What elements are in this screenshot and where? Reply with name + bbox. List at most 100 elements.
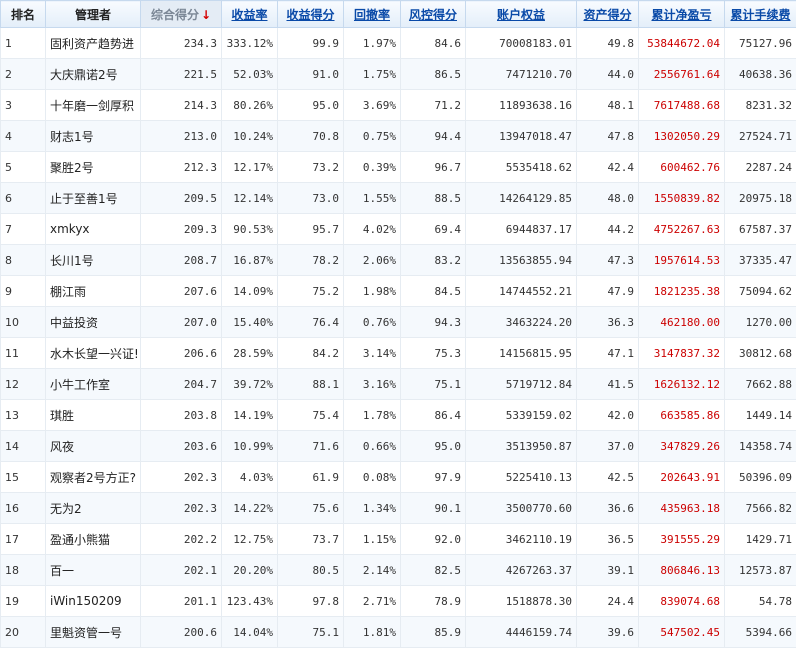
- sort-link-return-score[interactable]: 收益得分: [286, 8, 334, 22]
- cell-manager: 百一: [46, 555, 141, 586]
- cell-drawdown: 1.98%: [344, 276, 401, 307]
- cell-manager: 长川1号: [46, 245, 141, 276]
- cell-cumulative-fee: 37335.47: [725, 245, 796, 276]
- cell-return-rate: 28.59%: [222, 338, 278, 369]
- ranking-table: 排名 管理者 综合得分↓ 收益率 收益得分 回撤率 风控得分 账户权益 资产得分…: [0, 0, 796, 648]
- cell-risk-score: 92.0: [401, 524, 466, 555]
- header-row: 排名 管理者 综合得分↓ 收益率 收益得分 回撤率 风控得分 账户权益 资产得分…: [1, 1, 796, 28]
- cell-risk-score: 75.1: [401, 369, 466, 400]
- sort-link-risk-score[interactable]: 风控得分: [409, 8, 457, 22]
- sort-desc-arrow-icon: ↓: [201, 8, 211, 22]
- sort-link-cumulative-fee[interactable]: 累计手续费: [730, 8, 790, 22]
- cell-composite-score: 209.3: [141, 214, 222, 245]
- cell-rank: 15: [1, 462, 46, 493]
- cell-return-score: 76.4: [278, 307, 344, 338]
- header-composite-score[interactable]: 综合得分↓: [141, 1, 222, 28]
- cell-drawdown: 2.14%: [344, 555, 401, 586]
- cell-asset-score: 49.8: [577, 28, 639, 59]
- cell-rank: 1: [1, 28, 46, 59]
- cell-account-equity: 70008183.01: [466, 28, 577, 59]
- cell-composite-score: 208.7: [141, 245, 222, 276]
- cell-asset-score: 24.4: [577, 586, 639, 617]
- header-composite-score-label[interactable]: 综合得分: [151, 8, 199, 22]
- cell-composite-score: 206.6: [141, 338, 222, 369]
- cell-cumulative-fee: 54.78: [725, 586, 796, 617]
- sort-link-return-rate[interactable]: 收益率: [231, 8, 267, 22]
- cell-asset-score: 41.5: [577, 369, 639, 400]
- table-row: 16无为2202.314.22%75.61.34%90.13500770.603…: [1, 493, 796, 524]
- sort-link-asset-score[interactable]: 资产得分: [583, 8, 631, 22]
- cell-account-equity: 5535418.62: [466, 152, 577, 183]
- cell-return-rate: 14.04%: [222, 617, 278, 648]
- header-asset-score[interactable]: 资产得分: [577, 1, 639, 28]
- cell-composite-score: 207.6: [141, 276, 222, 307]
- cell-composite-score: 234.3: [141, 28, 222, 59]
- cell-cumulative-pnl: 202643.91: [639, 462, 725, 493]
- cell-cumulative-pnl: 435963.18: [639, 493, 725, 524]
- cell-rank: 12: [1, 369, 46, 400]
- cell-account-equity: 14156815.95: [466, 338, 577, 369]
- cell-cumulative-pnl: 7617488.68: [639, 90, 725, 121]
- cell-account-equity: 6944837.17: [466, 214, 577, 245]
- cell-cumulative-pnl: 547502.45: [639, 617, 725, 648]
- table-row: 10中益投资207.015.40%76.40.76%94.33463224.20…: [1, 307, 796, 338]
- cell-risk-score: 94.3: [401, 307, 466, 338]
- cell-rank: 18: [1, 555, 46, 586]
- cell-return-rate: 52.03%: [222, 59, 278, 90]
- cell-cumulative-fee: 5394.66: [725, 617, 796, 648]
- cell-return-score: 61.9: [278, 462, 344, 493]
- cell-manager: 大庆鼎诺2号: [46, 59, 141, 90]
- cell-manager: 小牛工作室: [46, 369, 141, 400]
- cell-cumulative-fee: 7662.88: [725, 369, 796, 400]
- cell-account-equity: 4446159.74: [466, 617, 577, 648]
- cell-account-equity: 3500770.60: [466, 493, 577, 524]
- cell-manager: 无为2: [46, 493, 141, 524]
- cell-cumulative-fee: 30812.68: [725, 338, 796, 369]
- table-row: 3十年磨一剑厚积214.380.26%95.03.69%71.211893638…: [1, 90, 796, 121]
- cell-cumulative-pnl: 347829.26: [639, 431, 725, 462]
- cell-return-score: 95.0: [278, 90, 344, 121]
- cell-rank: 11: [1, 338, 46, 369]
- header-account-equity[interactable]: 账户权益: [466, 1, 577, 28]
- cell-cumulative-pnl: 600462.76: [639, 152, 725, 183]
- header-drawdown[interactable]: 回撤率: [344, 1, 401, 28]
- cell-return-rate: 90.53%: [222, 214, 278, 245]
- sort-link-drawdown[interactable]: 回撤率: [354, 8, 390, 22]
- cell-risk-score: 84.5: [401, 276, 466, 307]
- header-cumulative-pnl[interactable]: 累计净盈亏: [639, 1, 725, 28]
- table-row: 20里魁资管一号200.614.04%75.11.81%85.94446159.…: [1, 617, 796, 648]
- cell-asset-score: 37.0: [577, 431, 639, 462]
- header-cumulative-fee[interactable]: 累计手续费: [725, 1, 796, 28]
- cell-cumulative-pnl: 53844672.04: [639, 28, 725, 59]
- cell-risk-score: 78.9: [401, 586, 466, 617]
- cell-drawdown: 1.78%: [344, 400, 401, 431]
- cell-manager: 盈通小熊猫: [46, 524, 141, 555]
- header-return-rate[interactable]: 收益率: [222, 1, 278, 28]
- cell-return-rate: 15.40%: [222, 307, 278, 338]
- cell-cumulative-fee: 1429.71: [725, 524, 796, 555]
- cell-account-equity: 5225410.13: [466, 462, 577, 493]
- cell-manager: 中益投资: [46, 307, 141, 338]
- cell-return-score: 95.7: [278, 214, 344, 245]
- sort-link-cumulative-pnl[interactable]: 累计净盈亏: [651, 8, 711, 22]
- cell-return-rate: 14.19%: [222, 400, 278, 431]
- sort-link-account-equity[interactable]: 账户权益: [497, 8, 545, 22]
- table-row: 6止于至善1号209.512.14%73.01.55%88.514264129.…: [1, 183, 796, 214]
- table-row: 9棚江雨207.614.09%75.21.98%84.514744552.214…: [1, 276, 796, 307]
- cell-return-score: 80.5: [278, 555, 344, 586]
- cell-risk-score: 86.5: [401, 59, 466, 90]
- cell-drawdown: 3.14%: [344, 338, 401, 369]
- cell-manager: 里魁资管一号: [46, 617, 141, 648]
- cell-return-score: 75.1: [278, 617, 344, 648]
- cell-manager: 十年磨一剑厚积: [46, 90, 141, 121]
- cell-account-equity: 5719712.84: [466, 369, 577, 400]
- cell-rank: 9: [1, 276, 46, 307]
- cell-cumulative-pnl: 1957614.53: [639, 245, 725, 276]
- cell-account-equity: 4267263.37: [466, 555, 577, 586]
- cell-drawdown: 1.75%: [344, 59, 401, 90]
- header-risk-score[interactable]: 风控得分: [401, 1, 466, 28]
- cell-manager: 琪胜: [46, 400, 141, 431]
- header-return-score[interactable]: 收益得分: [278, 1, 344, 28]
- table-row: 15观察者2号方正?202.34.03%61.90.08%97.95225410…: [1, 462, 796, 493]
- cell-drawdown: 1.15%: [344, 524, 401, 555]
